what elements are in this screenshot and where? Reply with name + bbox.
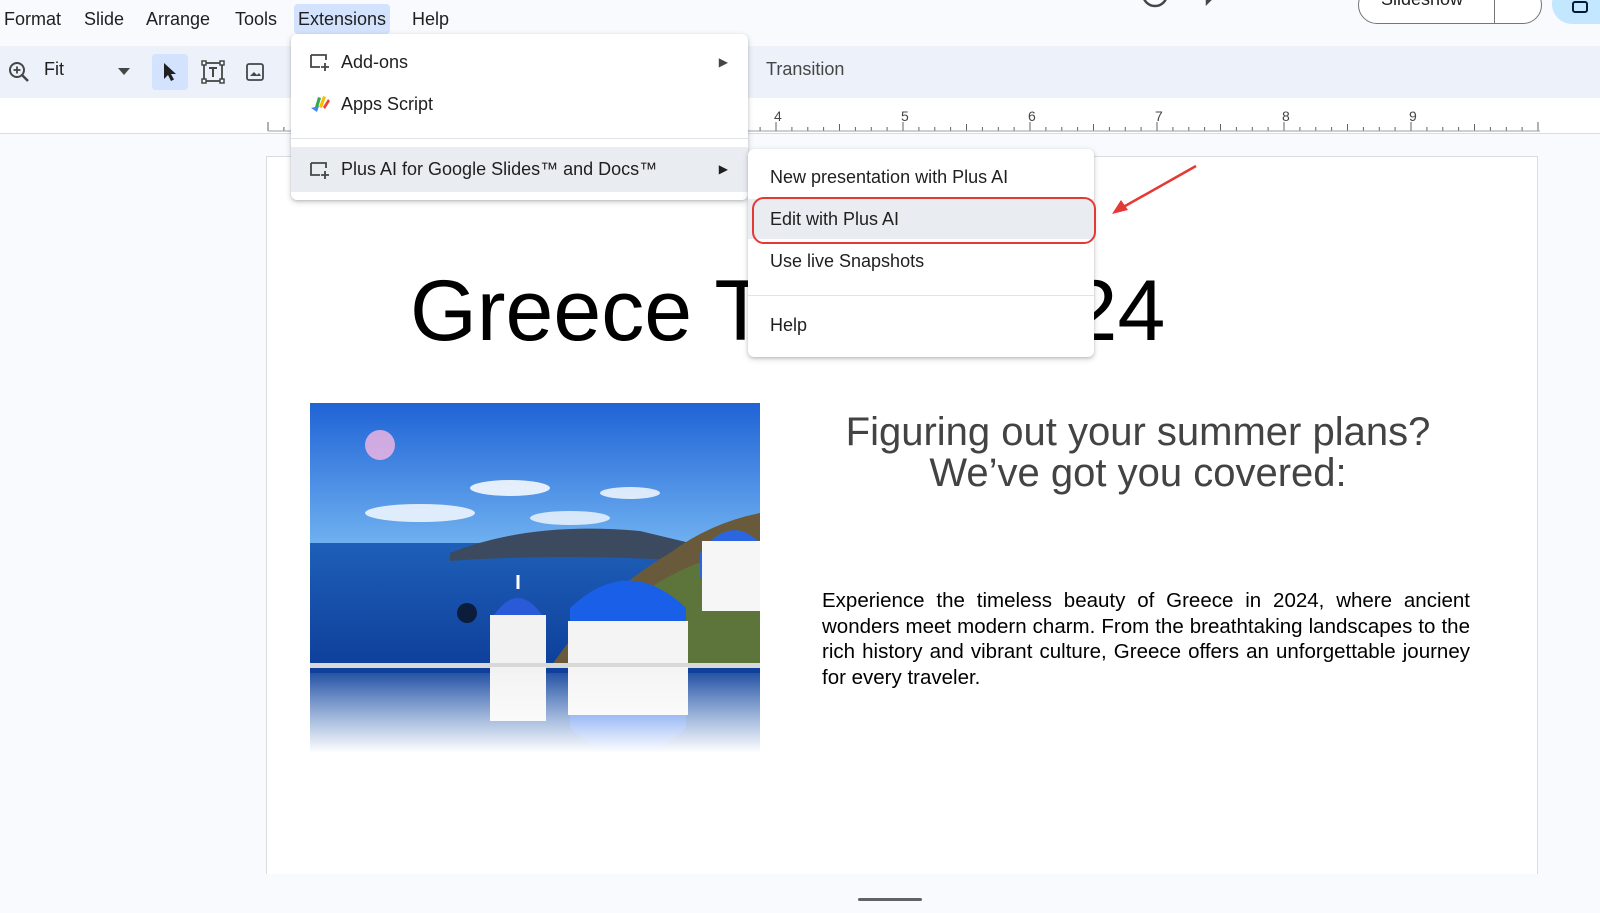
- ruler-mark: 9: [1409, 108, 1417, 124]
- menu-item-label: Help: [770, 315, 808, 335]
- ruler-ticks: [267, 122, 1540, 132]
- slide-subtitle[interactable]: Figuring out your summer plans? We’ve go…: [818, 412, 1458, 494]
- share-button[interactable]: [1552, 0, 1600, 24]
- slideshow-label: Slideshow: [1381, 0, 1463, 10]
- plus-ai-submenu: New presentation with Plus AI Edit with …: [748, 149, 1094, 357]
- text-box-icon: [201, 60, 225, 84]
- insert-image-button[interactable]: [237, 54, 273, 90]
- slide-body-text[interactable]: Experience the timeless beauty of Greece…: [822, 588, 1470, 690]
- extensions-menu: Add-ons ▶ Apps Script Plus AI for Google…: [291, 34, 748, 200]
- menu-item-help[interactable]: Help: [748, 305, 1094, 345]
- comment-icon[interactable]: [1204, 0, 1234, 14]
- addon-icon: [310, 162, 329, 179]
- menu-divider: [291, 138, 748, 139]
- menu-bar: Format Slide Arrange Tools Extensions He…: [0, 0, 1600, 40]
- menu-item-new-presentation[interactable]: New presentation with Plus AI: [748, 157, 1094, 197]
- ruler-mark: 7: [1155, 108, 1163, 124]
- menu-item-label: Use live Snapshots: [770, 251, 925, 271]
- addon-icon: [310, 54, 329, 71]
- zoom-icon[interactable]: [8, 61, 30, 83]
- lock-icon: [1572, 1, 1588, 13]
- menu-slide[interactable]: Slide: [80, 4, 128, 34]
- menu-item-live-snapshots[interactable]: Use live Snapshots: [748, 241, 1094, 281]
- submenu-arrow-icon: ▶: [718, 55, 728, 69]
- ruler-mark: 8: [1282, 108, 1290, 124]
- chevron-down-icon[interactable]: [118, 68, 130, 76]
- slideshow-divider: [1494, 0, 1495, 24]
- menu-format[interactable]: Format: [0, 4, 65, 34]
- menu-item-add-ons[interactable]: Add-ons ▶: [291, 42, 748, 82]
- menu-divider: [748, 295, 1094, 296]
- image-icon: [246, 63, 264, 81]
- submenu-arrow-icon: ▶: [718, 162, 728, 176]
- speaker-notes-bar: [0, 874, 1600, 913]
- santorini-image: [310, 403, 760, 753]
- menu-item-label: Apps Script: [341, 94, 434, 114]
- horizontal-ruler: 4 5 6 7 8 9: [0, 98, 1600, 134]
- toolbar: Fit Transition: [0, 46, 1600, 98]
- apps-script-icon: [311, 96, 330, 112]
- text-box-button[interactable]: [195, 54, 231, 90]
- menu-arrange[interactable]: Arrange: [142, 4, 214, 34]
- santorini-photo[interactable]: [310, 403, 760, 753]
- speaker-notes-drag-handle[interactable]: [858, 898, 922, 901]
- menu-item-apps-script[interactable]: Apps Script: [291, 84, 748, 124]
- ruler-mark: 6: [1028, 108, 1036, 124]
- menu-tools[interactable]: Tools: [231, 4, 281, 34]
- menu-item-label: Add-ons: [341, 52, 409, 72]
- menu-item-label: Plus AI for Google Slides™ and Docs™: [341, 159, 658, 179]
- ruler-mark: 5: [901, 108, 909, 124]
- red-arrow-icon: [1112, 164, 1197, 214]
- menu-item-label: New presentation with Plus AI: [770, 167, 1009, 187]
- meet-video-icon[interactable]: [1275, 0, 1321, 14]
- menu-item-plus-ai[interactable]: Plus AI for Google Slides™ and Docs™ ▶: [291, 147, 748, 192]
- select-tool-button[interactable]: [152, 54, 188, 90]
- menu-help[interactable]: Help: [408, 4, 453, 34]
- ruler-mark: 4: [774, 108, 782, 124]
- zoom-select[interactable]: Fit: [44, 59, 64, 80]
- menu-extensions[interactable]: Extensions: [294, 4, 391, 34]
- history-icon[interactable]: [1140, 0, 1170, 14]
- transition-button[interactable]: Transition: [766, 59, 844, 80]
- highlight-box: [752, 197, 1096, 244]
- slideshow-button[interactable]: Slideshow: [1358, 0, 1542, 24]
- cursor-icon: [164, 63, 176, 81]
